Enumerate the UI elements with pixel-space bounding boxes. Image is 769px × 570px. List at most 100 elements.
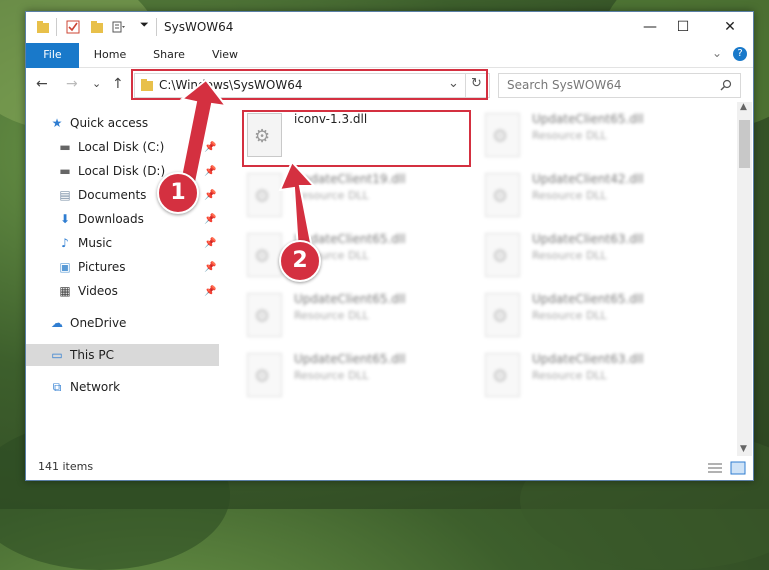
gear-icon: ⚙	[492, 366, 509, 387]
gear-icon: ⚙	[492, 306, 509, 327]
file-name: UpdateClient65.dll	[294, 352, 406, 366]
file-item[interactable]: ⚙ UpdateClient65.dll Resource DLL	[242, 290, 472, 338]
file-view: ⚙ iconv-1.3.dll ⚙ UpdateClient65.dll Res…	[242, 102, 737, 452]
file-name: UpdateClient65.dll	[532, 292, 644, 306]
file-item[interactable]: ⚙ UpdateClient65.dll Resource DLL	[480, 110, 710, 158]
dll-file-icon: ⚙	[247, 293, 282, 337]
address-highlight	[131, 69, 488, 100]
file-type: Resource DLL	[532, 189, 607, 202]
pin-icon: 📌	[204, 190, 217, 201]
sidebar-item-onedrive[interactable]: ☁ OneDrive	[50, 312, 126, 334]
file-item[interactable]: ⚙ UpdateClient65.dll Resource DLL	[242, 230, 472, 278]
pin-icon: 📌	[204, 238, 217, 249]
sidebar-item-local-disk-d[interactable]: ▬ Local Disk (D:)	[58, 160, 165, 182]
search-icon	[720, 79, 732, 91]
gear-icon: ⚙	[254, 186, 271, 207]
file-name: UpdateClient63.dll	[532, 352, 644, 366]
maximize-button[interactable]: ☐	[669, 16, 697, 38]
music-icon: ♪	[61, 236, 69, 250]
scroll-up-icon[interactable]: ▲	[740, 102, 747, 112]
forward-button[interactable]: →	[66, 76, 78, 92]
file-item[interactable]: ⚙ UpdateClient65.dll Resource DLL	[480, 290, 710, 338]
pin-icon: 📌	[204, 286, 217, 297]
gear-icon: ⚙	[254, 366, 271, 387]
recent-locations-button[interactable]: ⌄	[92, 77, 101, 90]
sidebar-item-videos[interactable]: ▦ Videos	[58, 280, 118, 302]
sidebar-item-quick-access[interactable]: ★ Quick access	[50, 112, 149, 134]
dll-file-icon: ⚙	[247, 353, 282, 397]
sidebar-item-pictures[interactable]: ▣ Pictures	[58, 256, 125, 278]
customize-toolbar-icon[interactable]	[112, 20, 126, 34]
navigation-bar: ← → ⌄ ↑ C:\Windows\SysWOW64 ⌄ ↻ Search S…	[26, 68, 753, 100]
ribbon-collapse-icon[interactable]: ⌄	[712, 46, 722, 60]
sidebar-item-downloads[interactable]: ⬇ Downloads	[58, 208, 144, 230]
tab-share[interactable]: Share	[144, 43, 194, 67]
gear-icon: ⚙	[254, 306, 271, 327]
file-name: UpdateClient63.dll	[532, 232, 644, 246]
pin-icon: 📌	[204, 214, 217, 225]
scrollbar-thumb[interactable]	[739, 120, 750, 168]
file-item[interactable]: ⚙ UpdateClient65.dll Resource DLL	[242, 350, 472, 398]
sidebar-item-local-disk-c[interactable]: ▬ Local Disk (C:)	[58, 136, 164, 158]
navigation-pane: ★ Quick access ▬ Local Disk (C:) 📌 ▬ Local …	[26, 102, 219, 452]
minimize-button[interactable]: —	[636, 16, 664, 38]
file-type: Resource DLL	[294, 369, 369, 382]
download-icon: ⬇	[59, 212, 71, 226]
dll-file-icon: ⚙	[485, 233, 520, 277]
documents-icon: ▤	[59, 188, 71, 202]
file-item[interactable]: ⚙ UpdateClient63.dll Resource DLL	[480, 230, 710, 278]
explorer-window: ⏷ SysWOW64 — ☐ ✕ File Home Share View ⌄ …	[25, 11, 754, 481]
dll-file-icon: ⚙	[247, 173, 282, 217]
pin-icon: 📌	[204, 166, 217, 177]
ribbon: File Home Share View ⌄ ?	[26, 43, 753, 91]
file-name: UpdateClient65.dll	[294, 292, 406, 306]
status-bar: 141 items	[26, 456, 753, 480]
details-view-icon[interactable]	[707, 462, 723, 474]
dll-file-icon: ⚙	[485, 293, 520, 337]
properties-icon[interactable]	[66, 20, 80, 34]
file-type: Resource DLL	[294, 309, 369, 322]
drive-icon: ▬	[59, 140, 71, 154]
file-name: UpdateClient42.dll	[532, 172, 644, 186]
close-button[interactable]: ✕	[716, 16, 744, 38]
sidebar-item-network[interactable]: ⧉ Network	[50, 376, 120, 398]
file-type: Resource DLL	[294, 189, 369, 202]
dll-file-icon: ⚙	[485, 353, 520, 397]
large-icons-view-icon[interactable]	[730, 461, 746, 475]
drive-icon: ▬	[59, 164, 71, 178]
quick-access-dropdown-icon[interactable]: ⏷	[140, 18, 149, 32]
pin-icon: 📌	[204, 142, 217, 153]
network-icon: ⧉	[52, 380, 62, 394]
gear-icon: ⚙	[492, 246, 509, 267]
back-button[interactable]: ←	[36, 76, 48, 92]
cloud-icon: ☁	[51, 316, 63, 330]
file-item[interactable]: ⚙ UpdateClient42.dll Resource DLL	[480, 170, 710, 218]
file-item[interactable]: ⚙ UpdateClient19.dll Resource DLL	[242, 170, 472, 218]
help-icon[interactable]: ?	[733, 47, 747, 61]
videos-icon: ▦	[59, 284, 71, 298]
tab-view[interactable]: View	[202, 43, 248, 67]
item-count: 141 items	[38, 460, 94, 473]
file-highlight	[242, 110, 471, 167]
new-folder-icon[interactable]	[90, 20, 104, 34]
search-input[interactable]: Search SysWOW64	[507, 78, 621, 92]
file-item[interactable]: ⚙ UpdateClient63.dll Resource DLL	[480, 350, 710, 398]
step-2-badge: 2	[279, 240, 321, 282]
file-name: UpdateClient65.dll	[532, 112, 644, 126]
pin-icon: 📌	[204, 262, 217, 273]
sidebar-item-music[interactable]: ♪ Music	[58, 232, 112, 254]
vertical-scrollbar[interactable]: ▲ ▼	[737, 102, 752, 457]
dll-file-icon: ⚙	[485, 173, 520, 217]
title-bar: ⏷ SysWOW64 — ☐ ✕	[26, 12, 753, 43]
scroll-down-icon[interactable]: ▼	[740, 444, 747, 454]
gear-icon: ⚙	[254, 246, 271, 267]
tab-home[interactable]: Home	[86, 43, 134, 67]
search-box[interactable]: Search SysWOW64	[498, 73, 741, 98]
sidebar-item-this-pc[interactable]: ▭ This PC	[26, 344, 219, 366]
sidebar-item-documents[interactable]: ▤ Documents	[58, 184, 146, 206]
up-button[interactable]: ↑	[112, 76, 124, 92]
star-icon: ★	[51, 116, 63, 130]
folder-icon	[37, 21, 49, 33]
file-type: Resource DLL	[532, 129, 607, 142]
window-title: SysWOW64	[164, 20, 234, 34]
